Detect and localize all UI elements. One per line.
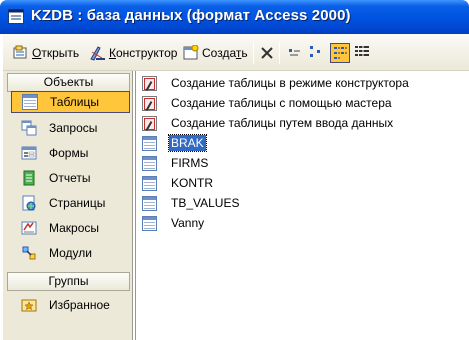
nav-item-label: Отчеты xyxy=(49,171,91,185)
open-icon xyxy=(13,45,27,59)
list-item-label: BRAK xyxy=(168,134,207,152)
design-button-label: онструктор xyxy=(116,46,178,60)
design-icon xyxy=(90,46,105,61)
datasheet-wizard-icon xyxy=(142,115,157,131)
form-icon xyxy=(21,146,37,160)
design-button-mnemonic: К xyxy=(109,46,116,60)
design-wizard-icon xyxy=(142,75,157,91)
nav-item-label: Запросы xyxy=(49,121,98,135)
details-view-icon xyxy=(355,46,369,57)
table-icon xyxy=(142,155,157,171)
new-object-icon xyxy=(183,45,199,60)
open-button-label: ткрыть xyxy=(41,46,80,60)
objects-group-header[interactable]: Объекты xyxy=(7,73,130,92)
groups-group-header[interactable]: Группы xyxy=(7,272,130,291)
nav-item-reports[interactable]: Отчеты xyxy=(11,167,130,189)
nav-item-queries[interactable]: Запросы xyxy=(11,117,130,139)
list-view-button[interactable] xyxy=(330,43,350,63)
nav-item-macros[interactable]: Макросы xyxy=(11,217,130,239)
object-list: Создание таблицы в режиме конструктора С… xyxy=(135,71,469,340)
favorites-icon xyxy=(21,299,37,312)
toolbar-separator xyxy=(253,42,254,64)
list-item-table[interactable]: BRAK xyxy=(142,134,207,152)
table-icon xyxy=(22,94,38,110)
database-window-icon xyxy=(8,9,24,24)
list-item-label: KONTR xyxy=(171,176,213,190)
nav-item-pages[interactable]: Страницы xyxy=(11,192,130,214)
details-view-button[interactable] xyxy=(353,43,373,63)
toolbar: Открыть Конструктор Создать xyxy=(3,34,469,71)
small-icons-view-icon xyxy=(310,46,320,57)
objects-pane: Объекты Таблицы Запросы Формы Отчеты Стр… xyxy=(3,71,133,340)
create-button-label: Созда xyxy=(202,46,236,60)
create-button-label-end: ь xyxy=(241,46,248,60)
nav-item-label: Таблицы xyxy=(50,95,100,109)
list-item-create-wizard[interactable]: Создание таблицы с помощью мастера xyxy=(142,94,394,112)
module-icon xyxy=(22,246,36,260)
nav-item-modules[interactable]: Модули xyxy=(11,242,130,264)
list-item-table[interactable]: TB_VALUES xyxy=(142,194,241,212)
page-icon xyxy=(22,195,36,211)
delete-button[interactable] xyxy=(259,43,278,63)
open-button-mnemonic: О xyxy=(32,46,42,60)
nav-item-label: Избранное xyxy=(49,298,110,312)
toolbar-separator xyxy=(279,42,280,64)
small-icons-view-button[interactable] xyxy=(307,43,327,63)
nav-item-favorites[interactable]: Избранное xyxy=(11,294,130,316)
create-button[interactable]: Создать xyxy=(183,43,248,63)
large-icons-view-icon xyxy=(289,49,300,56)
list-view-icon xyxy=(334,47,347,59)
list-item-label: Создание таблицы в режиме конструктора xyxy=(171,76,409,90)
query-icon xyxy=(21,120,37,136)
nav-item-label: Страницы xyxy=(49,196,106,210)
list-item-label: Создание таблицы путем ввода данных xyxy=(171,116,394,130)
nav-item-label: Формы xyxy=(49,146,89,160)
window-title: KZDB : база данных (формат Access 2000) xyxy=(31,7,351,24)
list-item-label: FIRMS xyxy=(171,156,209,170)
table-icon xyxy=(142,135,157,151)
list-item-table[interactable]: Vanny xyxy=(142,214,206,232)
title-bar[interactable]: KZDB : база данных (формат Access 2000) xyxy=(0,0,469,34)
open-button[interactable]: Открыть xyxy=(13,43,79,63)
table-icon xyxy=(142,215,157,231)
nav-item-label: Модули xyxy=(49,246,92,260)
report-icon xyxy=(23,170,35,186)
delete-icon xyxy=(261,47,273,59)
list-item-create-datasheet[interactable]: Создание таблицы путем ввода данных xyxy=(142,114,395,132)
nav-item-forms[interactable]: Формы xyxy=(11,142,130,164)
list-item-label: Vanny xyxy=(171,216,205,230)
nav-item-tables[interactable]: Таблицы xyxy=(11,91,130,113)
large-icons-view-button[interactable] xyxy=(286,43,306,63)
wizard-icon xyxy=(142,95,157,111)
nav-item-label: Макросы xyxy=(49,221,100,235)
list-item-create-design[interactable]: Создание таблицы в режиме конструктора xyxy=(142,74,411,92)
list-item-table[interactable]: FIRMS xyxy=(142,154,210,172)
design-button[interactable]: Конструктор xyxy=(90,43,177,63)
list-item-label: Создание таблицы с помощью мастера xyxy=(171,96,392,110)
table-icon xyxy=(142,175,157,191)
list-item-table[interactable]: KONTR xyxy=(142,174,215,192)
table-icon xyxy=(142,195,157,211)
macro-icon xyxy=(21,221,37,235)
list-item-label: TB_VALUES xyxy=(171,196,240,210)
